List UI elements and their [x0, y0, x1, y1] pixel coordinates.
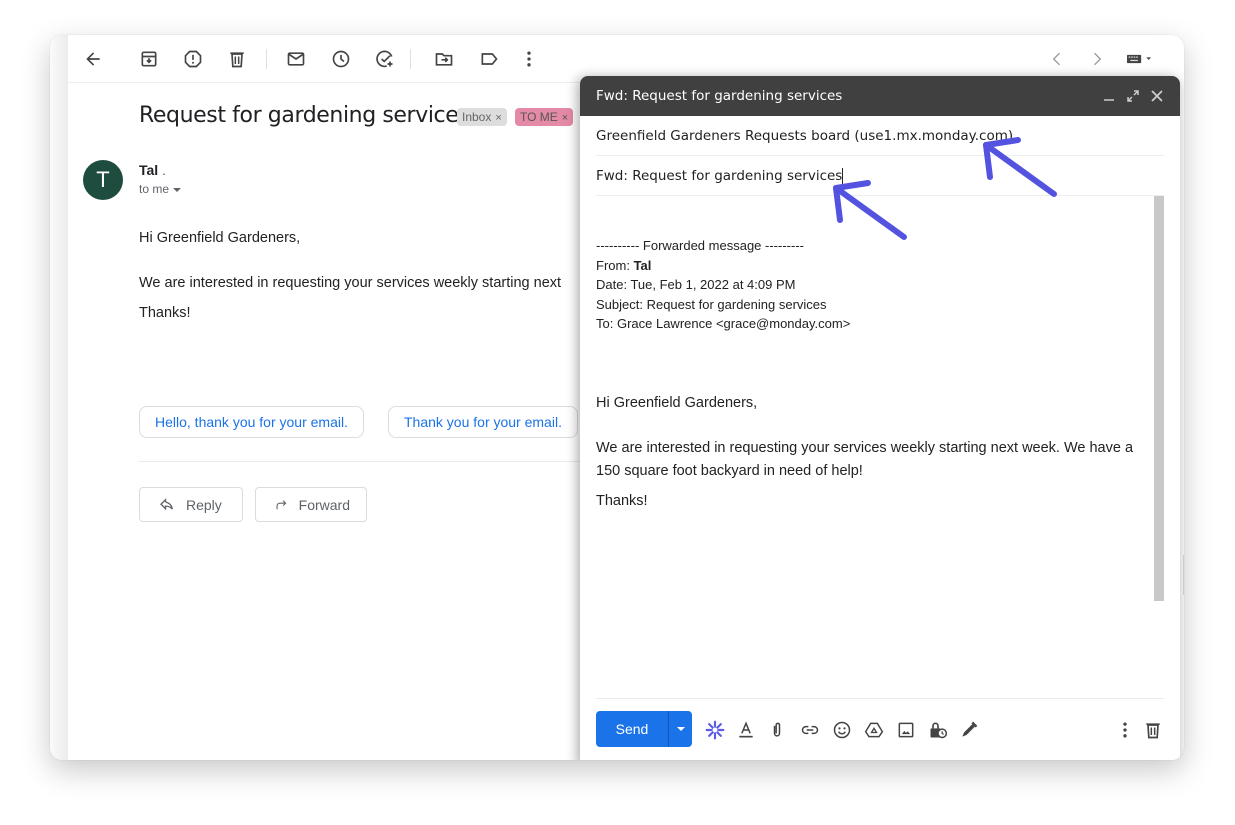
smart-reply-2[interactable]: Thank you for your email.	[388, 406, 578, 438]
archive-icon[interactable]	[137, 47, 161, 71]
reply-label: Reply	[186, 496, 222, 513]
message-editor[interactable]: ---------- Forwarded message --------- F…	[596, 236, 1151, 513]
toolbar-divider	[266, 49, 267, 69]
email-subject: Request for gardening services	[139, 103, 470, 128]
emoji-icon[interactable]	[831, 719, 853, 741]
confidential-icon[interactable]	[927, 719, 949, 741]
from-label: From:	[596, 257, 634, 273]
monday-integration-icon[interactable]	[704, 719, 726, 741]
back-arrow-icon[interactable]	[81, 47, 105, 71]
move-to-icon[interactable]	[432, 47, 456, 71]
email-closing: Thanks!	[139, 305, 191, 321]
add-task-icon[interactable]	[373, 47, 397, 71]
toolbar-divider-line	[68, 82, 588, 83]
forwarded-to: To: Grace Lawrence <grace@monday.com>	[596, 316, 851, 331]
recipient-details[interactable]: to me	[139, 182, 182, 196]
signature-icon[interactable]	[958, 719, 980, 741]
compose-title: Fwd: Request for gardening services	[596, 88, 843, 104]
text-cursor	[842, 168, 844, 184]
link-icon[interactable]	[799, 719, 821, 741]
compose-closing: Thanks!	[596, 492, 648, 509]
more-vert-icon[interactable]	[517, 47, 541, 71]
label-name: TO ME	[520, 110, 558, 124]
formatting-icon[interactable]	[735, 719, 757, 741]
sender-avatar[interactable]: T	[83, 160, 123, 200]
subject-field[interactable]: Fwd: Request for gardening services	[596, 156, 1164, 196]
forward-icon	[276, 499, 287, 509]
send-button[interactable]: Send	[596, 711, 668, 747]
newer-chevron-icon[interactable]	[1045, 47, 1069, 71]
reply-button[interactable]: Reply	[139, 487, 243, 522]
sender-name[interactable]: Tal .	[139, 162, 166, 178]
keyboard-icon[interactable]	[1123, 47, 1161, 71]
expand-icon[interactable]	[1126, 89, 1140, 103]
caret-down-icon	[676, 727, 685, 731]
label-icon[interactable]	[477, 47, 501, 71]
sender-name-text: Tal	[139, 162, 159, 178]
remove-label-icon[interactable]: ×	[562, 112, 568, 124]
smart-reply-1[interactable]: Hello, thank you for your email.	[139, 406, 364, 438]
sender-suffix: .	[158, 162, 166, 178]
email-paragraph: We are interested in requesting your ser…	[139, 275, 562, 291]
toolbar-divider	[410, 49, 411, 69]
remove-label-icon[interactable]: ×	[495, 112, 501, 124]
delete-icon[interactable]	[225, 47, 249, 71]
forwarded-date: Date: Tue, Feb 1, 2022 at 4:09 PM	[596, 277, 796, 292]
label-chip-to-me[interactable]: TO ME ×	[515, 108, 574, 126]
forward-label: Forward	[298, 496, 350, 513]
from-name: Tal	[633, 257, 652, 273]
to-field[interactable]: Greenfield Gardeners Requests board (use…	[596, 116, 1164, 156]
label-name: Inbox	[462, 110, 492, 124]
compose-window: Fwd: Request for gardening services Gree…	[580, 76, 1180, 760]
drive-icon[interactable]	[863, 719, 885, 741]
subject-value: Fwd: Request for gardening services	[596, 168, 843, 184]
report-spam-icon[interactable]	[181, 47, 205, 71]
reply-icon	[160, 497, 173, 510]
photo-icon[interactable]	[895, 719, 917, 741]
page-scrollbar[interactable]	[1183, 555, 1184, 595]
forwarded-header: ---------- Forwarded message ---------	[596, 238, 804, 253]
send-options-button[interactable]	[668, 711, 692, 747]
discard-icon[interactable]	[1142, 719, 1164, 741]
sidebar-edge	[50, 35, 68, 760]
close-icon[interactable]	[1150, 89, 1164, 103]
send-button-group: Send	[596, 711, 692, 747]
minimize-icon[interactable]	[1102, 89, 1116, 103]
email-greeting: Hi Greenfield Gardeners,	[139, 230, 301, 246]
editor-scrollbar[interactable]	[1154, 196, 1164, 601]
forward-button[interactable]: Forward	[255, 487, 367, 522]
compose-header[interactable]: Fwd: Request for gardening services	[580, 76, 1180, 116]
compose-paragraph: We are interested in requesting your ser…	[596, 439, 1134, 479]
mark-unread-icon[interactable]	[284, 47, 308, 71]
label-chip-inbox[interactable]: Inbox ×	[457, 108, 507, 126]
footer-divider	[596, 698, 1164, 699]
older-chevron-icon[interactable]	[1085, 47, 1109, 71]
compose-greeting: Hi Greenfield Gardeners,	[596, 394, 758, 411]
caret-down-icon	[173, 187, 182, 192]
forwarded-subject: Subject: Request for gardening services	[596, 296, 827, 312]
divider	[139, 461, 589, 462]
attach-icon[interactable]	[766, 719, 788, 741]
snooze-icon[interactable]	[329, 47, 353, 71]
gmail-window: Request for gardening services Inbox × TO…	[50, 35, 1184, 760]
to-recipient[interactable]: Greenfield Gardeners Requests board (use…	[596, 128, 1013, 144]
recipient-text: to me	[139, 182, 170, 196]
more-options-icon[interactable]	[1114, 719, 1136, 741]
forwarded-from: From: Tal	[596, 256, 1151, 276]
